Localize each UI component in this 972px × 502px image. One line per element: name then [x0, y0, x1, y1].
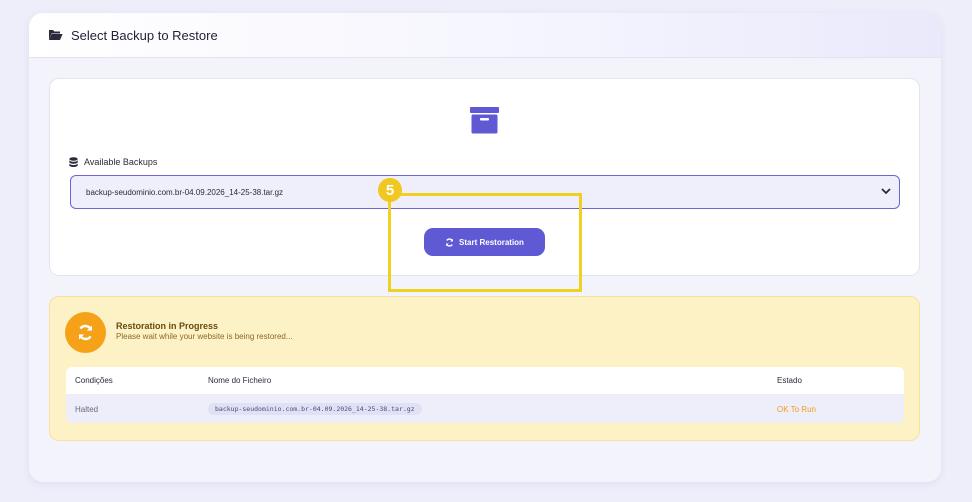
table-header: Condições Nome do Ficheiro Estado — [66, 367, 904, 395]
row-filename: backup-seudominio.com.br-04.09.2026_14-2… — [208, 403, 422, 415]
restoration-progress-panel: Restoration in Progress Please wait whil… — [49, 296, 920, 441]
progress-subtitle: Please wait while your website is being … — [116, 332, 293, 341]
folder-open-icon — [49, 30, 63, 40]
progress-title: Restoration in Progress — [116, 321, 219, 331]
sync-icon — [78, 324, 93, 341]
backup-select-value: backup-seudominio.com.br-04.09.2026_14-2… — [86, 187, 284, 197]
archive-box-icon — [470, 107, 499, 134]
database-icon — [69, 157, 78, 167]
restoration-table: Condições Nome do Ficheiro Estado Halted… — [66, 367, 904, 423]
progress-icon-circle — [65, 312, 106, 353]
row-condition: Halted — [75, 404, 99, 414]
column-header-status: Estado — [777, 376, 802, 385]
card-header: Select Backup to Restore — [29, 13, 941, 58]
row-status: OK To Run — [777, 404, 816, 414]
page-title: Select Backup to Restore — [71, 27, 218, 43]
chevron-down-icon — [881, 188, 891, 195]
table-row: Halted backup-seudominio.com.br-04.09.20… — [66, 395, 904, 423]
step-badge: 5 — [378, 178, 402, 202]
available-backups-text: Available Backups — [84, 157, 158, 167]
column-header-conditions: Condições — [75, 376, 113, 385]
annotation-highlight-box — [388, 193, 582, 292]
column-header-filename: Nome do Ficheiro — [208, 376, 272, 385]
available-backups-label: Available Backups — [69, 157, 157, 167]
